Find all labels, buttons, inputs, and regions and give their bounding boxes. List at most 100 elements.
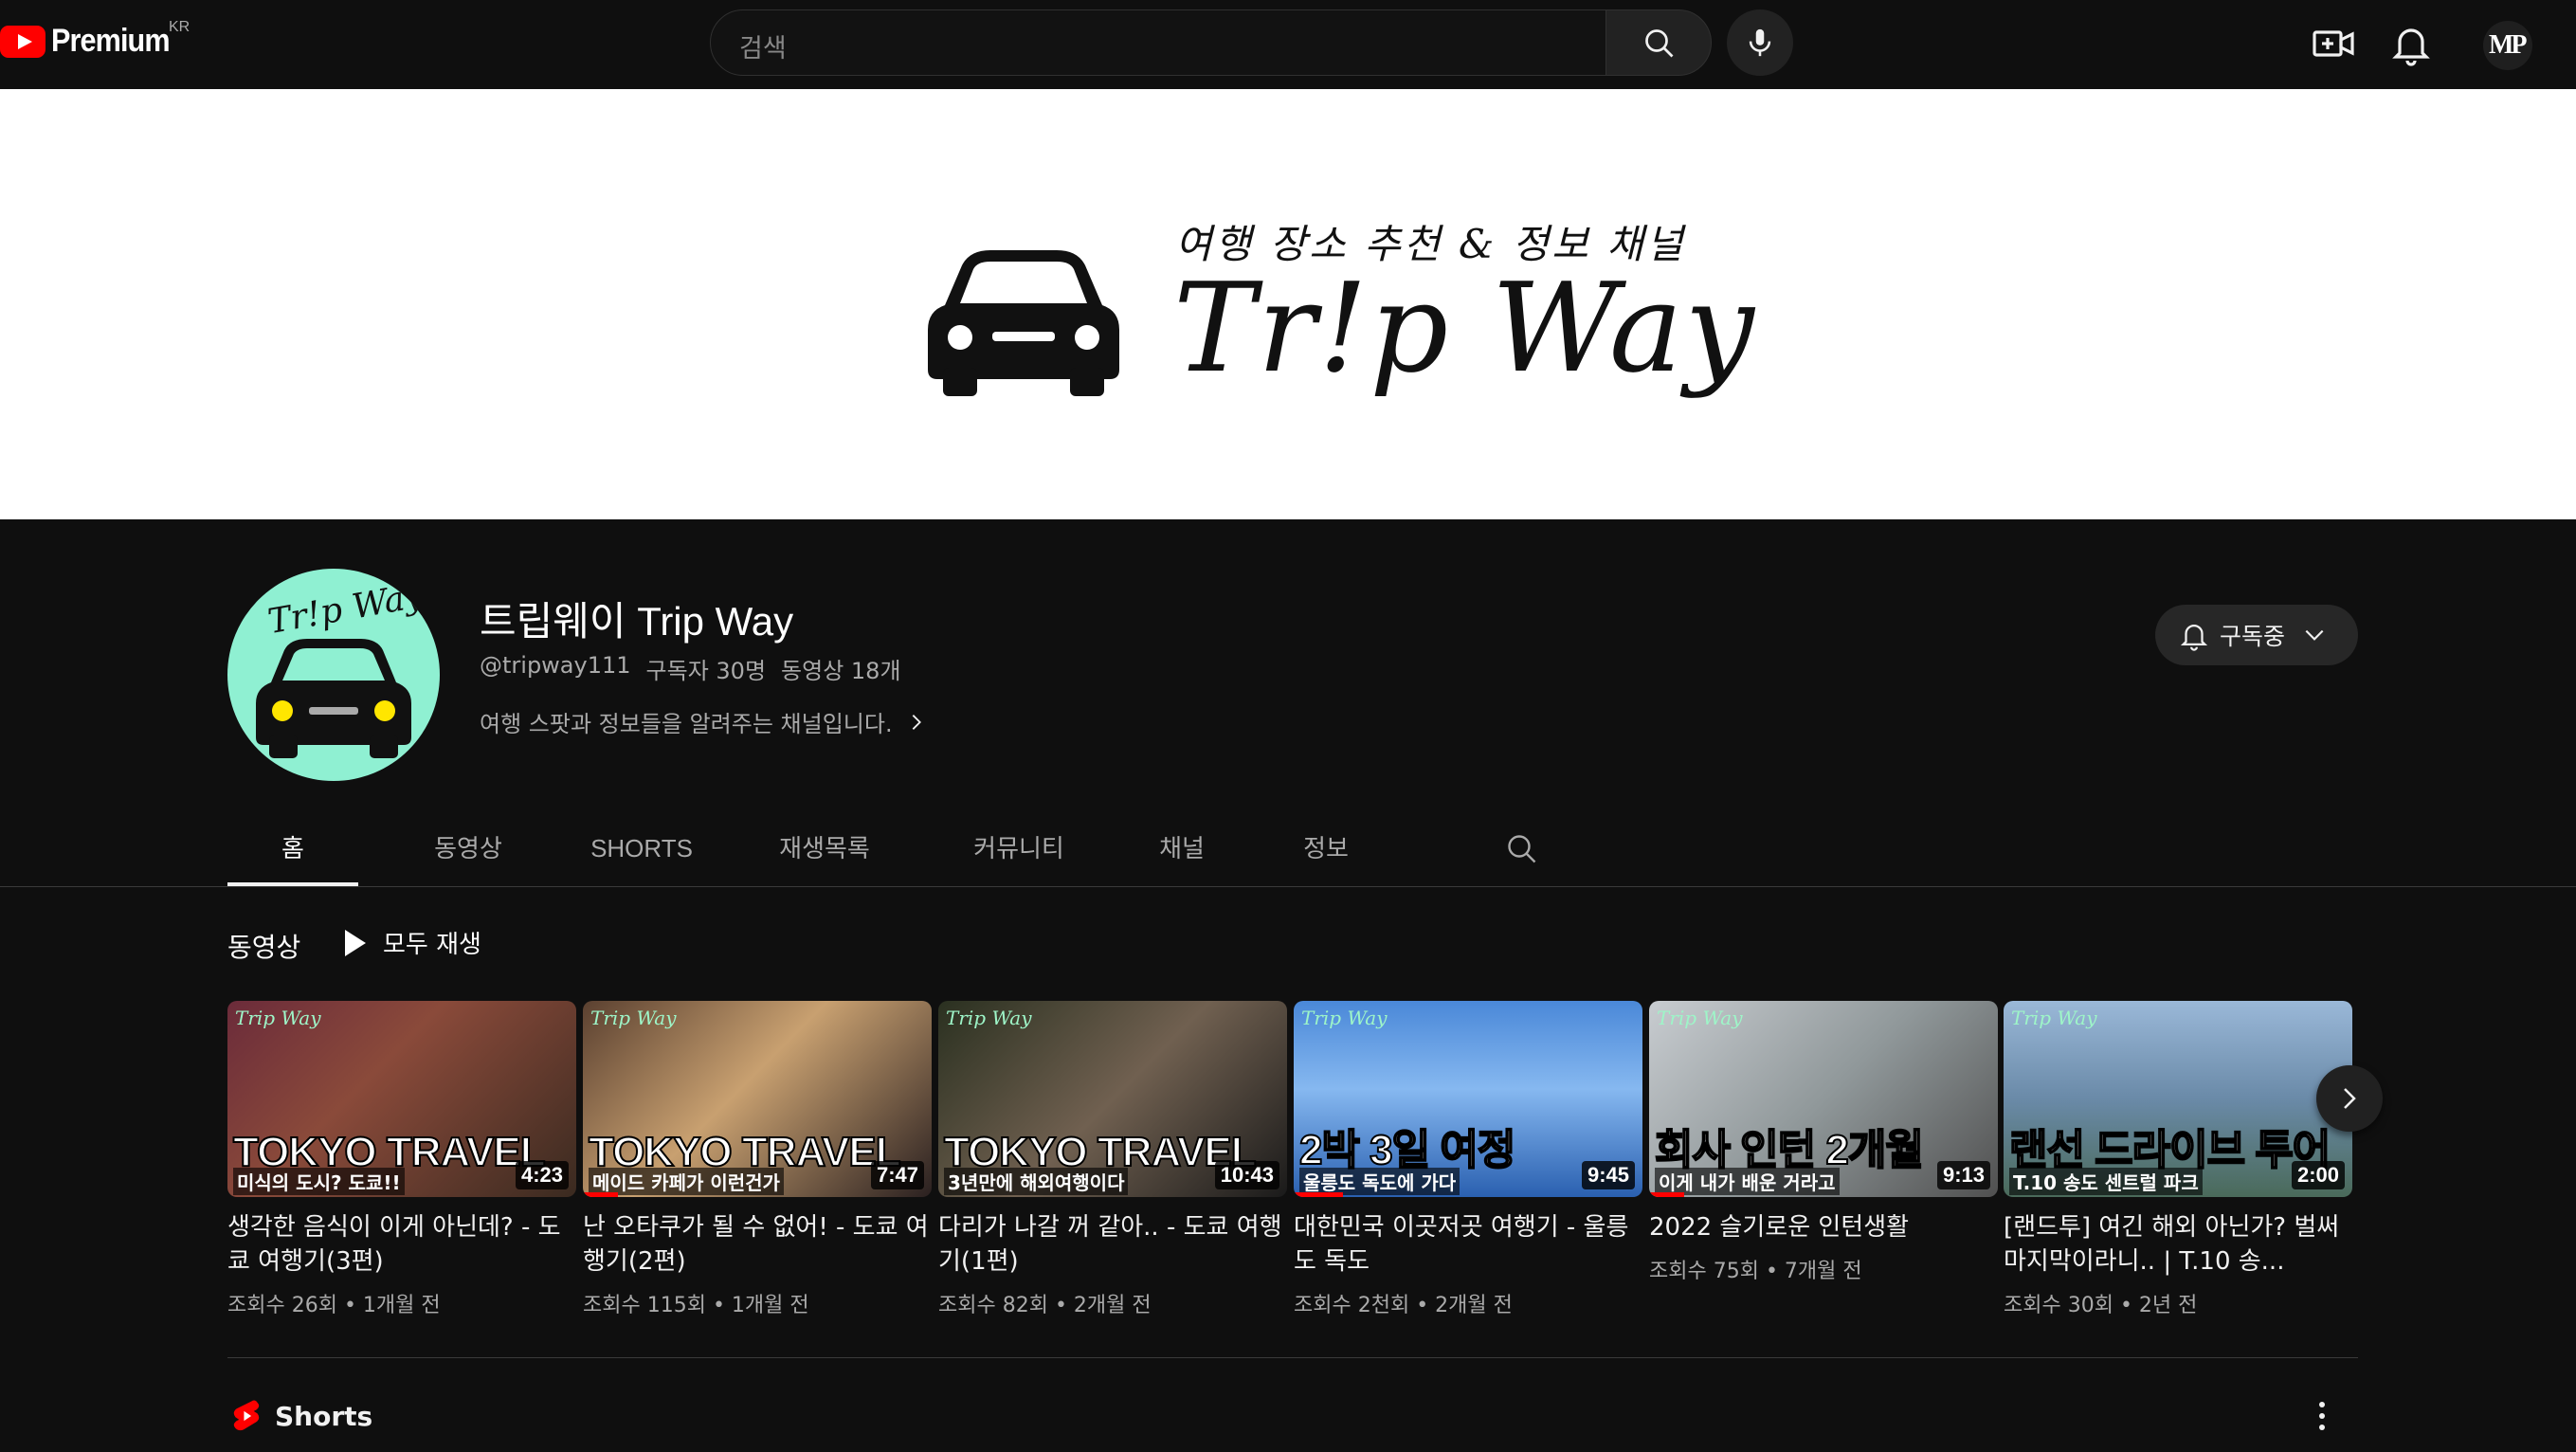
tab-about[interactable]: 정보: [1283, 825, 1369, 887]
thumbnail-caption: 3년만에 해외여행이다: [944, 1168, 1129, 1195]
channel-meta: @tripway111 구독자 30명 동영상 18개: [480, 652, 901, 685]
watch-progress-bar: [1649, 1192, 1684, 1197]
thumbnail-brand-text: Trip Way: [2011, 1007, 2097, 1029]
thumbnail-brand-text: Trip Way: [1657, 1007, 1743, 1029]
video-title[interactable]: 다리가 나갈 꺼 같아.. - 도쿄 여행기(1편): [938, 1210, 1287, 1279]
banner-title: Tr!p Way: [1173, 256, 1756, 400]
video-title[interactable]: 2022 슬기로운 인턴생활: [1649, 1210, 1998, 1244]
view-count: 조회수 82회: [938, 1294, 1048, 1317]
channel-banner: 여행 장소 추천 & 정보 채널 Tr!p Way: [0, 89, 2576, 519]
channel-search-icon[interactable]: [1505, 832, 1539, 866]
channel-handle: @tripway111: [480, 652, 631, 679]
thumbnail-brand-text: Trip Way: [946, 1007, 1032, 1029]
video-thumbnail[interactable]: Trip Way TOKYO TRAVEL 미식의 도시? 도쿄!! 4:23: [227, 1001, 576, 1197]
top-bar: Premium KR 검색 MP: [0, 0, 2576, 89]
tab-community[interactable]: 커뮤니티: [948, 825, 1090, 887]
video-meta: 조회수 115회 • 1개월 전: [583, 1288, 932, 1318]
meta-separator: •: [2113, 1294, 2139, 1317]
channel-avatar[interactable]: Tr!p Way: [227, 569, 440, 781]
tab-shorts[interactable]: SHORTS: [571, 825, 713, 887]
video-thumbnail[interactable]: Trip Way 2박 3일 여정 울릉도 독도에 가다 9:45: [1294, 1001, 1642, 1197]
video-thumbnail[interactable]: Trip Way TOKYO TRAVEL 3년만에 해외여행이다 10:43: [938, 1001, 1287, 1197]
search-icon: [1645, 29, 1674, 58]
video-meta: 조회수 30회 • 2년 전: [2004, 1288, 2352, 1318]
upload-age: 7개월 전: [1784, 1260, 1862, 1283]
account-avatar[interactable]: MP: [2483, 21, 2532, 70]
meta-separator: •: [1047, 1294, 1074, 1317]
upload-age: 2개월 전: [1435, 1294, 1513, 1317]
upload-age: 2년 전: [2138, 1294, 2198, 1317]
subscriber-count: 구독자 30명: [645, 658, 767, 684]
subscribed-label: 구독중: [2220, 623, 2286, 650]
shorts-section-header: Shorts: [231, 1399, 372, 1433]
video-duration: 10:43: [1214, 1161, 1279, 1189]
tab-home[interactable]: 홈: [227, 825, 358, 887]
view-count: 조회수 30회: [2004, 1294, 2113, 1317]
tab-videos[interactable]: 동영상: [377, 825, 559, 887]
subscribed-button[interactable]: 구독중: [2155, 605, 2358, 665]
thumbnail-caption: 미식의 도시? 도쿄!!: [233, 1168, 405, 1195]
tab-playlists[interactable]: 재생목록: [754, 825, 895, 887]
video-meta: 조회수 82회 • 2개월 전: [938, 1288, 1287, 1318]
video-thumbnail[interactable]: Trip Way TOKYO TRAVEL 메이드 카페가 이런건가 7:47: [583, 1001, 932, 1197]
shorts-title: Shorts: [275, 1400, 373, 1432]
section-divider: [227, 1357, 2358, 1358]
thumbnail-caption: 울릉도 독도에 가다: [1299, 1168, 1460, 1195]
chevron-right-icon: [2344, 1088, 2356, 1109]
search-placeholder: 검색: [739, 34, 787, 64]
video-card[interactable]: Trip Way TOKYO TRAVEL 메이드 카페가 이런건가 7:47 난 오타…: [583, 1001, 932, 1318]
create-video-icon[interactable]: [2311, 21, 2356, 66]
channel-description[interactable]: 여행 스팟과 정보들을 알려주는 채널입니다.: [480, 705, 927, 738]
video-thumbnail[interactable]: Trip Way 랜선 드라이브 투어 T.10 송도 센트럴 파크 2:00: [2004, 1001, 2352, 1197]
shorts-logo-icon: [233, 1400, 260, 1431]
video-title[interactable]: 생각한 음식이 이게 아닌데? - 도쿄 여행기(3편): [227, 1210, 576, 1279]
chevron-down-icon: [2305, 629, 2324, 641]
video-title[interactable]: 대한민국 이곳저곳 여행기 - 울릉도 독도: [1294, 1210, 1642, 1279]
search-input[interactable]: 검색: [710, 9, 1606, 76]
watch-progress-bar: [583, 1192, 618, 1197]
watch-progress-bar: [1294, 1192, 1343, 1197]
play-all-label: 모두 재생: [383, 931, 481, 959]
chevron-right-icon: [912, 714, 921, 730]
upload-age: 2개월 전: [1073, 1294, 1152, 1317]
avatar-car-icon: [256, 639, 411, 758]
account-initials: MP: [2489, 30, 2527, 60]
view-count: 조회수 2천회: [1294, 1294, 1410, 1317]
bell-icon: [2180, 625, 2208, 651]
logo-text: Premium: [51, 23, 171, 59]
videos-section-title: 동영상: [227, 932, 301, 963]
channel-tabs: 홈 동영상 SHORTS 재생목록 커뮤니티 채널 정보: [227, 825, 1369, 887]
tab-channels[interactable]: 채널: [1139, 825, 1225, 887]
video-card[interactable]: Trip Way 회사 인턴 2개월 이게 내가 배운 거라고 9:13 2022 슬기…: [1649, 1001, 1998, 1284]
video-duration: 2:00: [2291, 1161, 2345, 1189]
video-meta: 조회수 26회 • 1개월 전: [227, 1288, 576, 1318]
more-options-icon[interactable]: [2313, 1399, 2331, 1433]
video-title[interactable]: [랜드투] 여긴 해외 아닌가? 벌써 마지막이라니.. | T.10 송...: [2004, 1210, 2352, 1279]
thumbnail-brand-text: Trip Way: [590, 1007, 677, 1029]
video-duration: 7:47: [870, 1161, 924, 1189]
video-card[interactable]: Trip Way 2박 3일 여정 울릉도 독도에 가다 9:45 대한민국 이곳저곳 …: [1294, 1001, 1642, 1318]
search-button[interactable]: [1605, 9, 1712, 76]
channel-description-text: 여행 스팟과 정보들을 알려주는 채널입니다.: [480, 711, 893, 737]
thumbnail-brand-text: Trip Way: [235, 1007, 321, 1029]
carousel-next-button[interactable]: [2316, 1065, 2383, 1132]
play-all-button[interactable]: 모두 재생: [345, 925, 481, 960]
upload-age: 1개월 전: [362, 1294, 441, 1317]
meta-separator: •: [1758, 1260, 1785, 1283]
youtube-premium-logo[interactable]: Premium: [0, 23, 183, 60]
notifications-bell-icon[interactable]: [2388, 21, 2434, 66]
meta-separator: •: [1409, 1294, 1436, 1317]
video-card[interactable]: Trip Way 랜선 드라이브 투어 T.10 송도 센트럴 파크 2:00 [랜드투…: [2004, 1001, 2352, 1318]
thumbnail-caption: 이게 내가 배운 거라고: [1655, 1168, 1840, 1195]
view-count: 조회수 75회: [1649, 1260, 1759, 1283]
video-card[interactable]: Trip Way TOKYO TRAVEL 미식의 도시? 도쿄!! 4:23 생각한 …: [227, 1001, 576, 1318]
video-thumbnail[interactable]: Trip Way 회사 인턴 2개월 이게 내가 배운 거라고 9:13: [1649, 1001, 1998, 1197]
voice-search-button[interactable]: [1727, 9, 1793, 76]
video-meta: 조회수 75회 • 7개월 전: [1649, 1254, 1998, 1284]
video-title[interactable]: 난 오타쿠가 될 수 없어! - 도쿄 여행기(2편): [583, 1210, 932, 1279]
channel-name: 트립웨이 Trip Way: [480, 599, 794, 644]
thumbnail-brand-text: Trip Way: [1301, 1007, 1388, 1029]
play-icon: [345, 929, 366, 956]
video-card[interactable]: Trip Way TOKYO TRAVEL 3년만에 해외여행이다 10:43 다리가 …: [938, 1001, 1287, 1318]
video-meta: 조회수 2천회 • 2개월 전: [1294, 1288, 1642, 1318]
